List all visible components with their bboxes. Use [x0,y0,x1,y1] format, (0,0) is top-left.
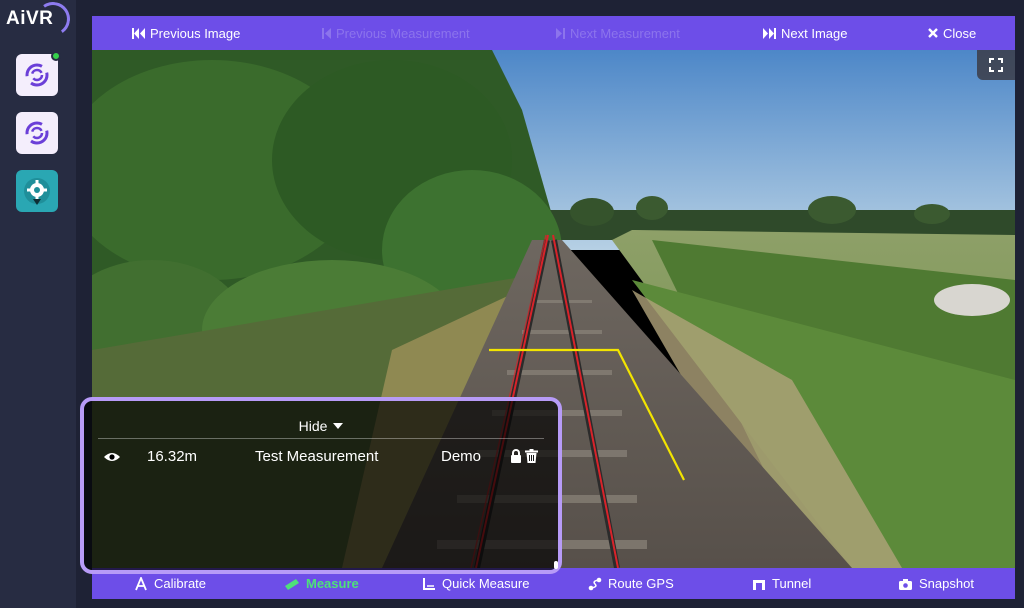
measurement-row[interactable]: 16.32m Test Measurement Demo [84,445,558,469]
sidebar-app-aivr-2[interactable] [16,112,58,154]
quick-measure-icon [423,577,435,590]
tunnel-button[interactable]: Tunnel [752,568,811,599]
previous-image-label: Previous Image [150,25,241,41]
fullscreen-button[interactable] [977,50,1015,80]
tunnel-label: Tunnel [772,576,812,591]
next-image-label: Next Image [781,25,848,41]
close-button[interactable]: Close [928,16,976,50]
eye-icon[interactable] [103,451,121,463]
online-status-dot [51,51,61,61]
close-label: Close [943,25,977,41]
panel-divider [98,438,544,439]
route-gps-button[interactable]: Route GPS [588,568,674,599]
sidebar-app-settings[interactable] [16,170,58,212]
snapshot-button[interactable]: Snapshot [898,568,974,599]
skip-forward-icon [763,27,776,39]
route-gps-label: Route GPS [608,576,674,591]
quick-measure-label: Quick Measure [442,576,530,591]
previous-image-button[interactable]: Previous Image [132,16,240,50]
camera-icon [899,578,912,590]
sidebar-app-aivr-1[interactable] [16,51,61,96]
previous-measurement-button[interactable]: Previous Measurement [322,16,470,50]
next-image-button[interactable]: Next Image [763,16,847,50]
ruler-icon [285,578,299,590]
measurement-author: Demo [441,448,482,465]
calibrate-label: Calibrate [154,576,207,591]
measurement-name: Test Measurement [255,448,379,465]
aivr-swirl-icon [25,121,49,145]
next-measurement-button[interactable]: Next Measurement [556,16,680,50]
lock-icon[interactable] [510,449,522,463]
panel-scrollbar[interactable] [554,561,558,569]
gear-icon [24,178,50,205]
step-forward-icon [556,27,565,39]
hide-toggle[interactable]: Hide [84,418,558,434]
previous-measurement-label: Previous Measurement [336,25,470,41]
tunnel-icon [753,580,765,590]
measurements-panel: Hide 16.32m Test Measurement Demo [80,397,562,574]
hide-toggle-label: Hide [298,418,328,434]
close-icon [928,28,938,38]
snapshot-label: Snapshot [919,576,974,591]
measurement-value: 16.32m [147,448,198,465]
calibrate-icon [135,576,147,590]
measure-label: Measure [306,576,359,591]
fullscreen-icon [989,58,1003,72]
caret-down-icon [333,423,344,429]
logo-arc-icon [33,0,73,39]
aivr-swirl-icon [25,63,49,87]
trash-icon[interactable] [525,449,538,463]
sidebar: AiVR [0,0,76,608]
skip-back-icon [132,27,145,39]
step-back-icon [322,27,331,39]
route-icon [588,577,602,590]
viewer-toolbar: Previous Image Previous Measurement Next… [92,16,1015,50]
next-measurement-label: Next Measurement [570,25,680,41]
